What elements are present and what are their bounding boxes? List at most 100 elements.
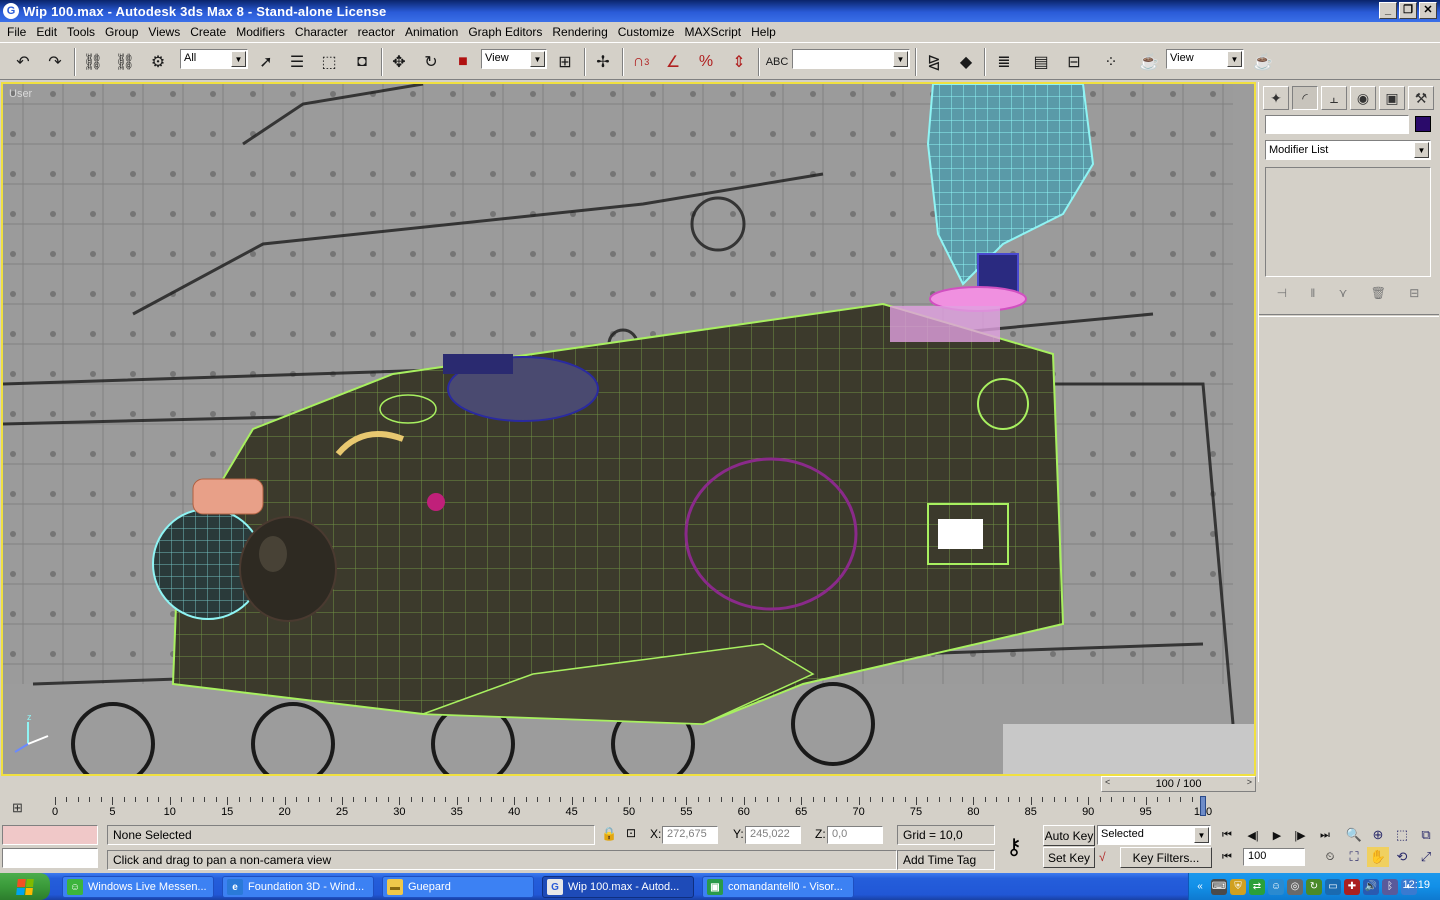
network-icon[interactable]: ⇄	[1249, 878, 1265, 895]
named-selection-dropdown[interactable]: ▼	[792, 49, 910, 69]
menu-create[interactable]: Create	[185, 25, 231, 39]
z-coordinate-field[interactable]: 0,0	[827, 826, 883, 844]
selection-filter-dropdown[interactable]: All ▼	[180, 49, 248, 69]
add-time-tag-button[interactable]: Add Time Tag	[897, 850, 995, 870]
task-image-viewer[interactable]: ▣ comandantell0 - Visor...	[702, 876, 854, 898]
next-key-icon[interactable]: |▶	[1289, 825, 1311, 845]
select-and-link-icon[interactable]: ⛓	[80, 49, 106, 75]
zoom-extents-all-icon[interactable]: ⧉	[1415, 825, 1437, 845]
layer-manager-icon[interactable]: ≣	[991, 49, 1017, 75]
keyboard-icon[interactable]: ⌨	[1211, 878, 1227, 895]
track-bar[interactable]: ⊞ 0 5 10 15 20 25 30 35 40 45 50 55 60 65 70 75 80 85 90 95…	[0, 796, 1258, 822]
zoom-extents-icon[interactable]: ⬚	[1391, 825, 1413, 845]
manipulate-icon[interactable]: ✢	[590, 49, 616, 75]
bind-space-warp-icon[interactable]: ⚙	[145, 49, 171, 75]
rectangular-selection-icon[interactable]: ⬚	[316, 49, 342, 75]
spinner-snap-icon[interactable]: ⇕	[726, 49, 752, 75]
x-coordinate-field[interactable]: 272,675	[662, 826, 718, 844]
utilities-tab-icon[interactable]: ⚒	[1408, 86, 1434, 110]
menu-views[interactable]: Views	[143, 25, 185, 39]
configure-modifier-sets-icon[interactable]: ⊟	[1409, 286, 1419, 300]
frame-ruler[interactable]: 0510152025303540455055606570758085909510…	[52, 796, 1212, 822]
select-and-move-icon[interactable]: ✥	[386, 49, 412, 75]
menu-file[interactable]: File	[2, 25, 31, 39]
close-button[interactable]: ✕	[1419, 2, 1437, 19]
maxscript-input-mini[interactable]	[2, 848, 98, 868]
menu-reactor[interactable]: reactor	[353, 25, 400, 39]
menu-graph-editors[interactable]: Graph Editors	[463, 25, 547, 39]
menu-rendering[interactable]: Rendering	[547, 25, 612, 39]
pan-view-icon[interactable]: ✋	[1367, 847, 1389, 867]
pivot-center-icon[interactable]: ⊞	[552, 49, 578, 75]
previous-frame-icon[interactable]: <	[1105, 777, 1110, 787]
task-3ds-max[interactable]: G Wip 100.max - Autod...	[542, 876, 694, 898]
maximize-viewport-icon[interactable]: ⤢	[1415, 847, 1437, 867]
restore-button[interactable]: ❐	[1399, 2, 1417, 19]
mirror-icon[interactable]: ⧎	[921, 49, 947, 75]
motion-tab-icon[interactable]: ◉	[1350, 86, 1376, 110]
time-slider[interactable]: < 100 / 100 >	[1101, 776, 1256, 792]
menu-maxscript[interactable]: MAXScript	[679, 25, 746, 39]
select-and-rotate-icon[interactable]: ↻	[418, 49, 444, 75]
go-to-end-icon[interactable]: ⏭	[1314, 825, 1336, 845]
messenger-tray-icon[interactable]: ☺	[1268, 878, 1284, 895]
menu-help[interactable]: Help	[746, 25, 781, 39]
make-unique-icon[interactable]: ⋎	[1339, 286, 1348, 300]
time-configuration-icon[interactable]: ⏲	[1319, 847, 1341, 867]
menu-character[interactable]: Character	[290, 25, 353, 39]
create-tab-icon[interactable]: ✦	[1263, 86, 1289, 110]
select-and-scale-icon[interactable]: ■	[450, 49, 476, 75]
play-icon[interactable]: ▶	[1266, 825, 1288, 845]
curve-editor-icon[interactable]: ▤	[1028, 49, 1054, 75]
arc-rotate-icon[interactable]: ⟲	[1391, 847, 1413, 867]
antivirus-icon[interactable]: ✚	[1344, 878, 1360, 895]
perspective-viewport[interactable]: z User	[1, 82, 1256, 776]
menu-edit[interactable]: Edit	[31, 25, 62, 39]
show-end-result-icon[interactable]: ‖	[1310, 286, 1315, 300]
start-button[interactable]	[0, 873, 50, 900]
material-editor-icon[interactable]: ⁘	[1098, 49, 1124, 75]
track-bar-menu-icon[interactable]: ⊞	[12, 800, 32, 816]
absolute-mode-icon[interactable]: ⊡	[626, 826, 636, 840]
go-to-start-icon[interactable]: ⏮	[1216, 825, 1238, 845]
maxscript-listener-mini[interactable]	[2, 825, 98, 845]
zoom-all-icon[interactable]: ⊕	[1367, 825, 1389, 845]
object-name-field[interactable]	[1265, 115, 1409, 134]
snaps-toggle-icon[interactable]: ∩ 3	[628, 49, 654, 75]
set-key-button[interactable]: Set Key	[1043, 847, 1095, 868]
edit-named-selection-icon[interactable]: ABC	[764, 49, 790, 75]
auto-key-button[interactable]: Auto Key	[1043, 825, 1095, 846]
key-icon[interactable]: ⚷	[1006, 834, 1022, 860]
undo-icon[interactable]: ↶	[10, 49, 36, 75]
modifier-list-dropdown[interactable]: Modifier List ▼	[1265, 140, 1431, 160]
display-icon[interactable]: ▭	[1325, 878, 1341, 895]
selection-lock-icon[interactable]: 🔒	[601, 826, 617, 842]
reference-coordinate-dropdown[interactable]: View ▼	[481, 49, 547, 69]
align-icon[interactable]: ◆	[953, 49, 979, 75]
redo-icon[interactable]: ↷	[42, 49, 68, 75]
tray-expand-icon[interactable]: «	[1192, 879, 1208, 895]
current-frame-field[interactable]: 100	[1243, 848, 1305, 866]
update-icon[interactable]: ↻	[1306, 878, 1322, 895]
select-object-icon[interactable]: ➚	[253, 49, 279, 75]
key-filters-button[interactable]: Key Filters...	[1120, 847, 1212, 868]
next-frame-icon[interactable]: >	[1247, 777, 1252, 787]
schematic-view-icon[interactable]: ⊟	[1061, 49, 1087, 75]
security-shield-icon[interactable]: ⛨	[1230, 878, 1246, 895]
render-type-dropdown[interactable]: View ▼	[1166, 49, 1244, 69]
task-windows-live-messenger[interactable]: ☺ Windows Live Messen...	[62, 876, 214, 898]
percent-snap-icon[interactable]: %	[693, 49, 719, 75]
gpu-icon[interactable]: ◎	[1287, 878, 1303, 895]
remove-modifier-icon[interactable]: 🗑	[1371, 286, 1386, 300]
viewport-label[interactable]: User	[9, 88, 32, 100]
current-frame-marker[interactable]	[1200, 796, 1206, 816]
y-coordinate-field[interactable]: 245,022	[745, 826, 801, 844]
select-by-name-icon[interactable]: ☰	[284, 49, 310, 75]
key-mode-toggle-icon[interactable]: ⏮	[1216, 847, 1238, 867]
task-foundation-3d[interactable]: e Foundation 3D - Wind...	[222, 876, 374, 898]
angle-snap-icon[interactable]: ∠	[660, 49, 686, 75]
default-tangent-icon[interactable]: √	[1099, 850, 1106, 864]
bluetooth-icon[interactable]: ᛒ	[1382, 878, 1398, 895]
zoom-icon[interactable]: 🔍	[1343, 825, 1365, 845]
render-scene-icon[interactable]: ☕	[1136, 49, 1162, 75]
